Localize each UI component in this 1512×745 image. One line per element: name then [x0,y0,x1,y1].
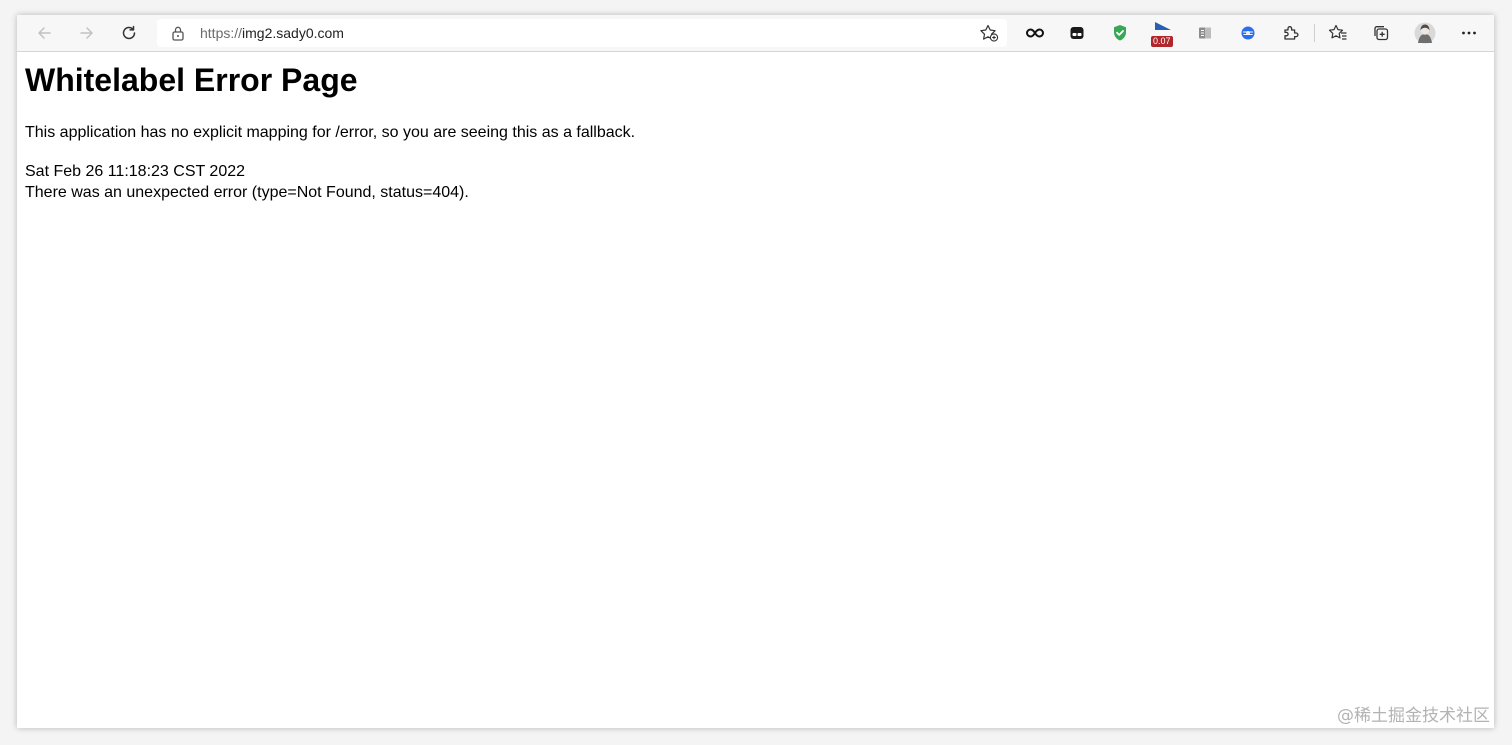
mask-extension-button[interactable] [1064,21,1090,45]
profile-avatar [1414,22,1436,44]
flag-extension-icon [1155,22,1171,30]
more-button[interactable] [1456,21,1482,45]
page-title: Whitelabel Error Page [25,62,358,98]
flag-extension-button[interactable]: 0.07 [1150,21,1176,47]
address-bar[interactable]: https://img2.sady0.com [157,19,1007,47]
extensions-puzzle-icon [1284,26,1299,40]
globe-extension-button[interactable] [1235,21,1261,45]
book-extension-button[interactable] [1192,21,1218,45]
refresh-button[interactable] [116,21,142,45]
watermark: @稀土掘金技术社区 [1337,706,1490,726]
mask-extension-icon [1070,27,1084,39]
forward-button[interactable] [74,21,100,45]
page-content: Whitelabel Error Page This application h… [17,52,1494,728]
book-extension-icon [1199,27,1211,39]
shield-extension-button[interactable] [1107,21,1133,45]
add-favorite-icon[interactable] [979,24,999,42]
forward-icon [80,27,93,39]
infinity-extension-icon [1026,28,1044,38]
url-host: img2.sady0.com [242,25,344,41]
profile-button[interactable] [1412,21,1438,45]
collections-button[interactable] [1368,21,1394,45]
back-icon [38,27,51,39]
shield-extension-icon [1114,25,1126,41]
error-message: This application has no explicit mapping… [25,124,636,141]
extensions-button[interactable] [1278,21,1304,45]
error-status-line: There was an unexpected error (type=Not … [25,184,469,201]
toolbar-separator [1314,24,1315,42]
extension-badge: 0.07 [1151,36,1173,47]
browser-window: https://img2.sady0.com 0.07 Whitelabel E… [17,15,1494,728]
favorites-button[interactable] [1325,21,1351,45]
browser-toolbar: https://img2.sady0.com 0.07 [17,15,1494,52]
collections-icon [1374,26,1389,41]
refresh-icon [122,25,136,40]
favorites-icon [1328,24,1347,40]
back-button[interactable] [31,21,57,45]
url-scheme: https:// [200,25,243,41]
infinity-extension-button[interactable] [1022,21,1048,45]
lock-icon[interactable] [171,25,185,41]
url-text[interactable]: https://img2.sady0.com [200,25,344,41]
error-timestamp: Sat Feb 26 11:18:23 CST 2022 [25,163,246,180]
more-icon [1462,31,1476,35]
globe-extension-icon [1241,26,1255,40]
error-details: Sat Feb 26 11:18:23 CST 2022 There was a… [25,161,469,203]
